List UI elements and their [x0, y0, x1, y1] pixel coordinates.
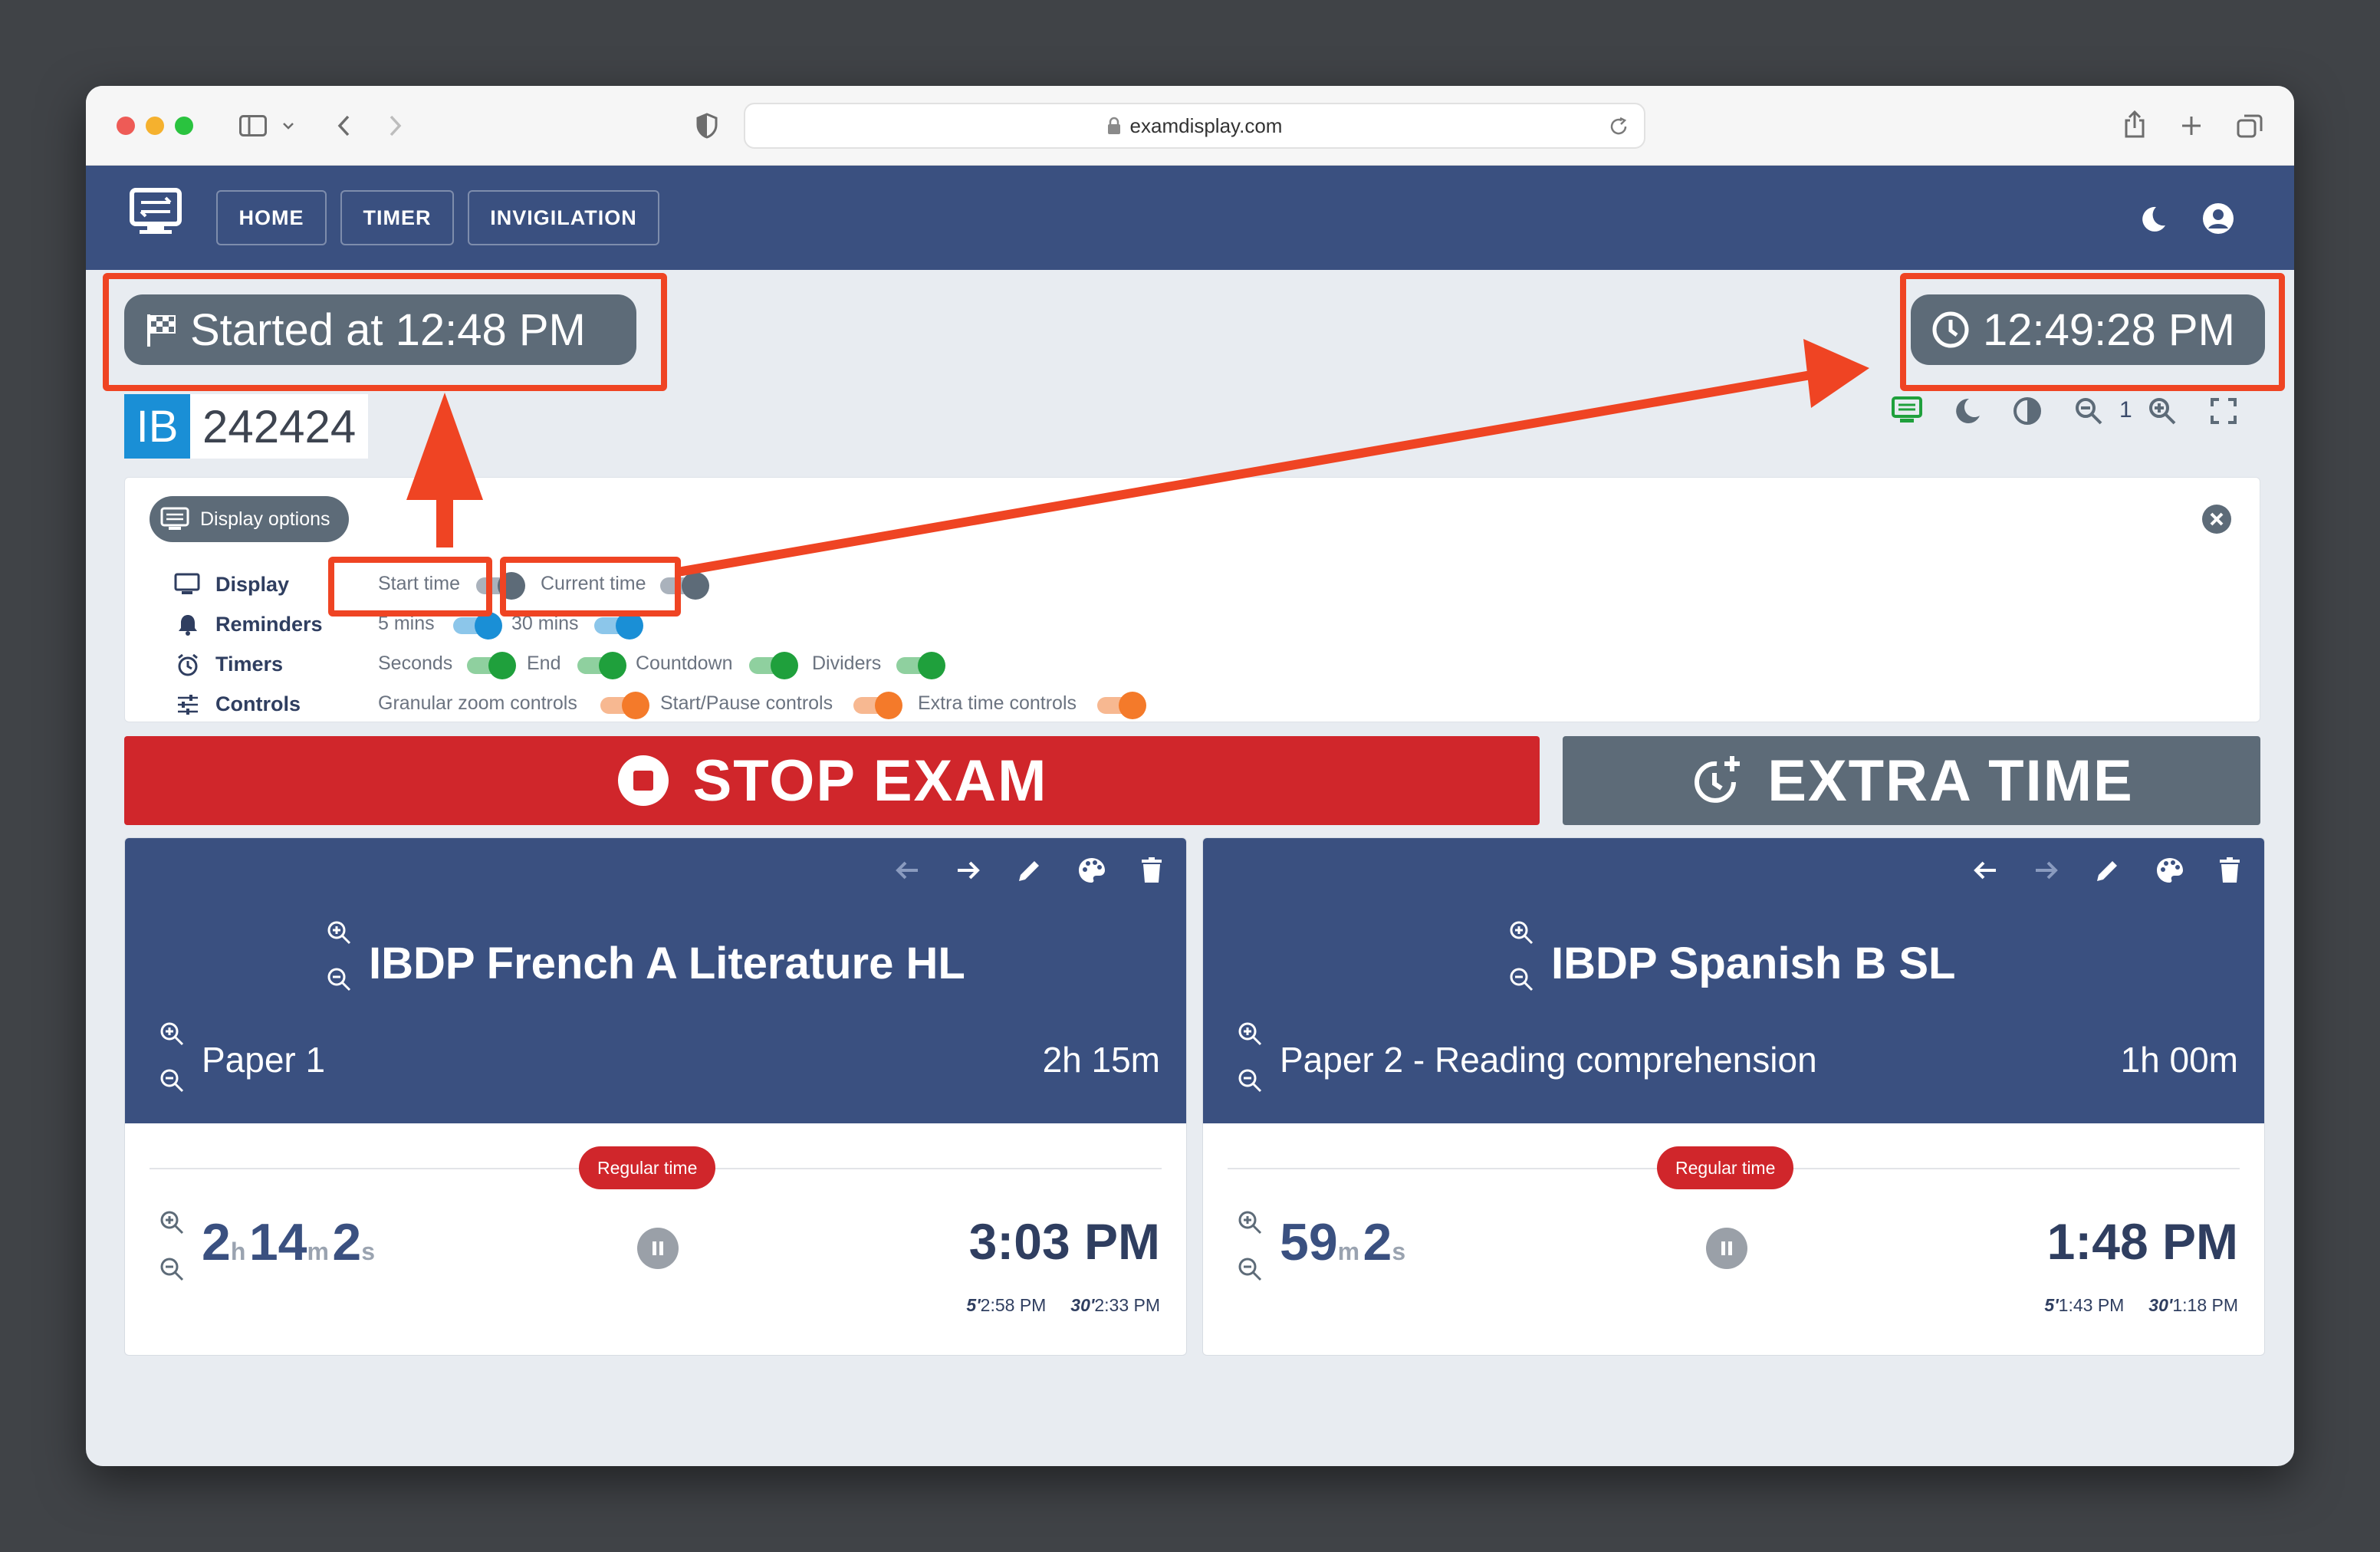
annotation-arrows [406, 339, 1869, 577]
browser-window: examdisplay.com HOME TIMER INVIGILATION [86, 86, 2294, 1466]
